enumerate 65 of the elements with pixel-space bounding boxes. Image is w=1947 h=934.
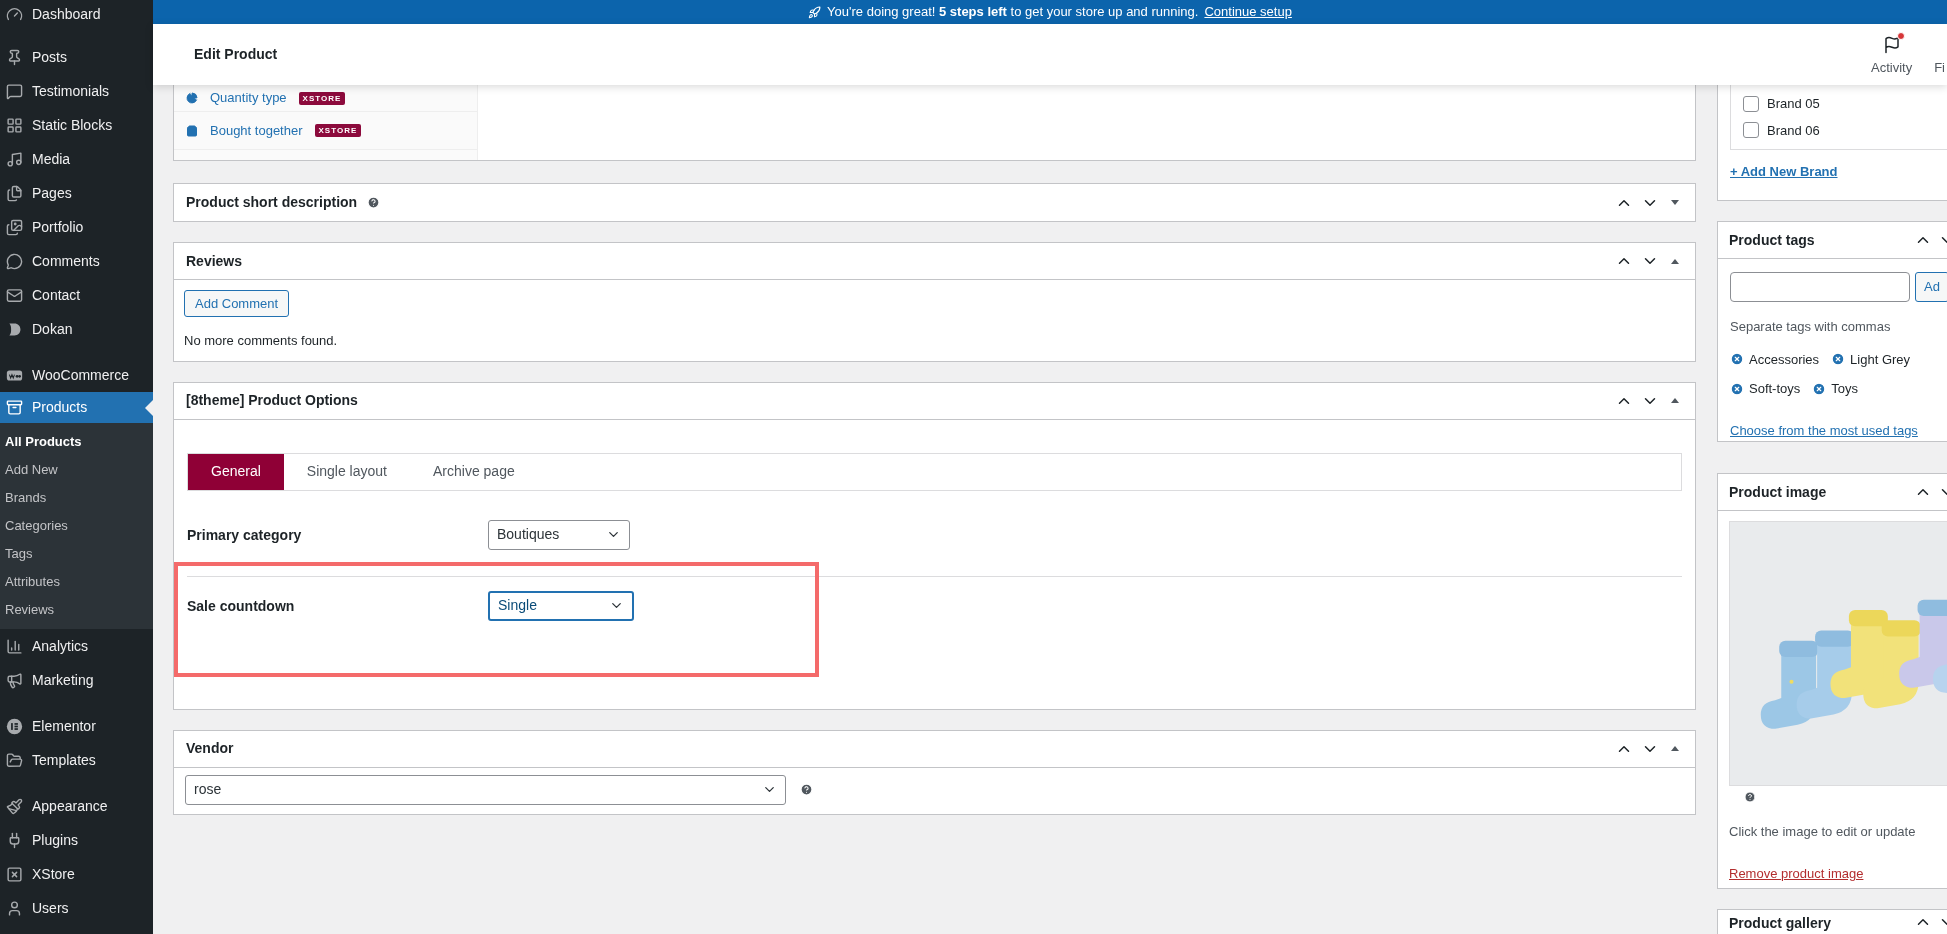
submenu-item[interactable]: Brands (0, 484, 153, 512)
panel-title: Reviews (186, 251, 243, 271)
sidebar-item[interactable]: Dokan (0, 312, 153, 346)
most-used-tags-link[interactable]: Choose from the most used tags (1730, 420, 1947, 440)
options-tab[interactable]: Archive page (410, 453, 538, 490)
sidebar-item[interactable]: Comments (0, 244, 153, 278)
submenu-item[interactable]: All Products (0, 428, 153, 456)
product-data-tab[interactable]: Bought together XSTORE (174, 112, 477, 150)
sidebar-item[interactable]: Pages (0, 176, 153, 210)
sidebar-item[interactable]: XStore (0, 857, 153, 891)
options-tab[interactable]: General (188, 453, 284, 490)
panel-title: Product tags (1729, 230, 1815, 250)
panel-title: Product gallery (1729, 914, 1831, 933)
sidebar-item[interactable]: WooCommerce (0, 358, 153, 392)
submenu-item[interactable]: Attributes (0, 568, 153, 596)
tag-label: Toys (1831, 380, 1859, 398)
header-action[interactable]: Activity (1871, 35, 1913, 77)
tag-label: Accessories (1749, 350, 1820, 369)
panel-title: Product image (1729, 482, 1827, 502)
sidebar-item[interactable]: Dashboard (0, 0, 153, 28)
sidebar-item[interactable]: Plugins (0, 823, 153, 857)
checkbox-label: Brand 05 (1767, 95, 1820, 113)
sidebar-item[interactable]: Posts (0, 40, 153, 74)
sidebar-item[interactable]: Static Blocks (0, 108, 153, 142)
checkbox-label: Brand 06 (1767, 121, 1820, 140)
submenu-item[interactable]: Categories (0, 512, 153, 540)
submenu-item[interactable]: Reviews (0, 596, 153, 624)
continue-setup-link[interactable]: Continue setup (1204, 2, 1292, 22)
remove-image-link[interactable]: Remove product image (1729, 863, 1864, 883)
add-comment-button[interactable]: Add Comment (184, 290, 290, 317)
sidebar-item[interactable]: Elementor (0, 709, 153, 743)
add-brand-link[interactable]: + Add New Brand (1730, 162, 1947, 182)
submenu-item[interactable]: Tags (0, 540, 153, 568)
xstore-badge: XSTORE (298, 91, 346, 105)
xstore-badge: XSTORE (314, 124, 362, 137)
sidebar-item[interactable]: Appearance (0, 789, 153, 823)
sidebar-item[interactable]: Products (0, 392, 153, 423)
status-message: No more comments found. (184, 332, 339, 350)
options-tab[interactable]: Single layout (283, 453, 410, 490)
panel-title: Product short description (186, 193, 358, 212)
vendor-dropdown[interactable]: rose (185, 774, 786, 805)
sidebar-item[interactable]: Contact (0, 278, 153, 312)
submenu-item[interactable]: Add New (0, 456, 153, 484)
panel-title: [8theme] Product Options (186, 391, 358, 410)
image-caption: Click the image to edit or update (1729, 823, 1917, 841)
panel-title: Vendor (186, 739, 234, 758)
tag-label: Soft-toys (1749, 380, 1801, 398)
add-tag-button[interactable]: Ad (1915, 272, 1947, 302)
dropdown[interactable]: Boutiques (488, 519, 630, 550)
sidebar-item[interactable]: Portfolio (0, 210, 153, 244)
tag-label: Light Grey (1850, 350, 1911, 369)
header-action[interactable]: Fi (1934, 57, 1945, 77)
sidebar-item[interactable]: Testimonials (0, 74, 153, 108)
sidebar-item[interactable]: Marketing (0, 663, 153, 697)
sidebar-item[interactable]: Media (0, 142, 153, 176)
sidebar-item[interactable]: Users (0, 891, 153, 925)
product-data-tab[interactable]: Quantity type XSTORE (174, 85, 477, 112)
field-label: Sale countdown (187, 596, 296, 616)
dropdown[interactable]: Single (488, 590, 634, 621)
hint-text: Separate tags with commas (1730, 318, 1892, 336)
page-title: Edit Product (194, 45, 278, 64)
banner-text: You're doing great! 5 steps left to get your store up and running. (827, 3, 1199, 22)
field-label: Primary category (187, 525, 303, 545)
sidebar-item[interactable]: Analytics (0, 629, 153, 663)
sidebar-item[interactable]: Templates (0, 743, 153, 777)
